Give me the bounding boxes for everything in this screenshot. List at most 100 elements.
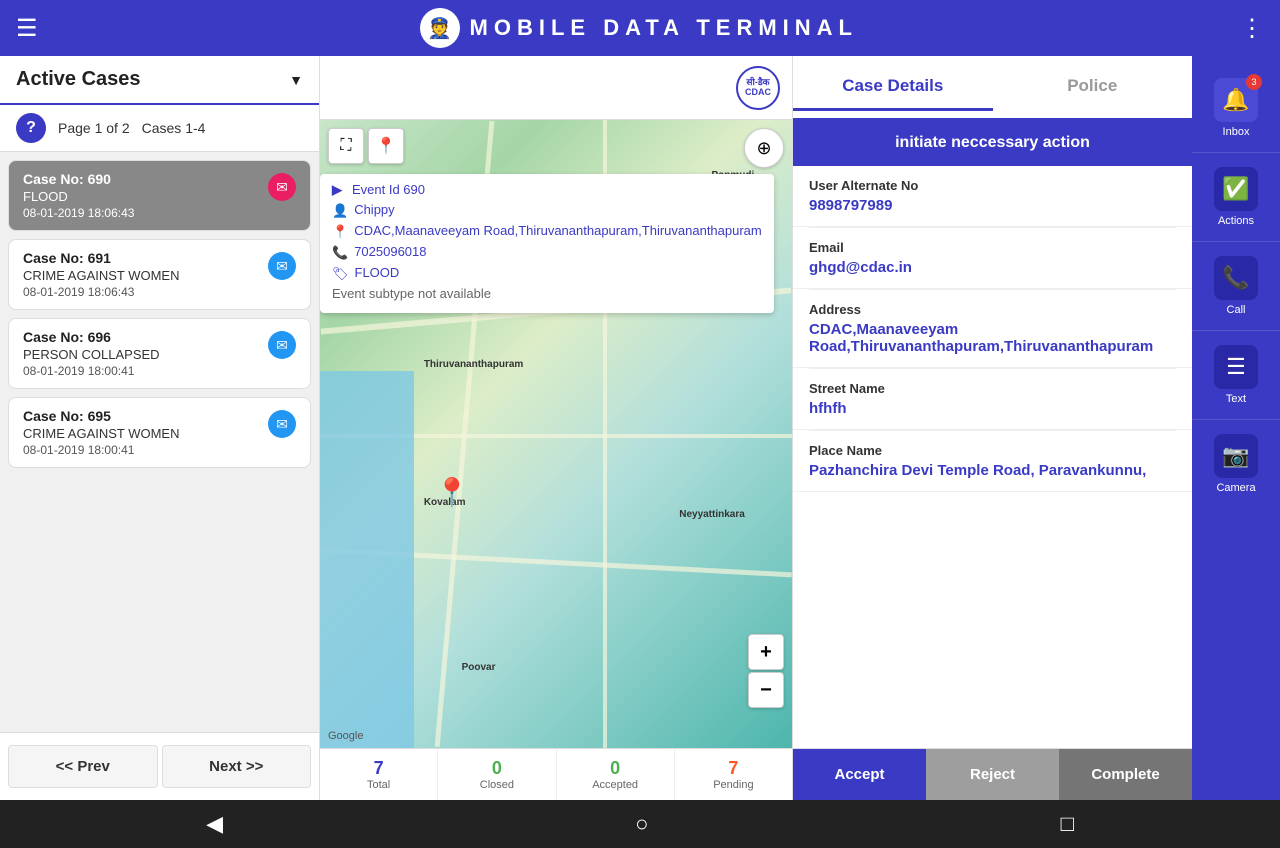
home-button[interactable]: ○: [611, 803, 672, 845]
map-label-neyyattinkara: Neyyattinkara: [679, 509, 745, 520]
event-phone-row: 📞 7025096018: [332, 244, 762, 261]
case-number: Case No: 695: [23, 408, 260, 424]
sidebar-item-camera[interactable]: 📷 Camera: [1192, 420, 1280, 508]
prev-page-button[interactable]: << Prev: [8, 745, 158, 788]
place-label: Place Name: [809, 443, 1176, 458]
location-icon: 📍: [332, 224, 348, 240]
street-value: hfhfh: [809, 400, 1176, 417]
stats-bar: 7 Total 0 Closed 0 Accepted 7 Pending: [320, 748, 792, 800]
sidebar-item-inbox[interactable]: 🔔 3 Inbox: [1192, 64, 1280, 153]
active-cases-title: Active Cases: [16, 68, 141, 91]
closed-stat: 0 Closed: [438, 749, 556, 800]
case-list-item[interactable]: Case No: 696 PERSON COLLAPSED 08-01-2019…: [8, 318, 311, 389]
help-button[interactable]: ?: [16, 113, 46, 143]
map-marker: 📍: [435, 476, 470, 509]
zoom-out-button[interactable]: −: [748, 672, 784, 708]
pagination: << Prev Next >>: [0, 732, 319, 800]
map-label-thiruvananthapuram: Thiruvananthapuram: [424, 359, 523, 370]
case-date: 08-01-2019 18:00:41: [23, 443, 260, 457]
pin-map-button[interactable]: 📍: [368, 128, 404, 164]
case-icon-blue: ✉: [268, 410, 296, 438]
reject-button[interactable]: Reject: [926, 749, 1059, 800]
active-cases-header[interactable]: Active Cases ▼: [0, 56, 319, 105]
total-count: 7: [374, 758, 384, 779]
case-info: Case No: 690 FLOOD 08-01-2019 18:06:43: [23, 171, 260, 220]
event-info-overlay: ▶ Event Id 690 👤 Chippy 📍 CDAC,Maanaveey…: [320, 174, 774, 313]
google-watermark: Google: [328, 730, 363, 742]
actions-check-icon: ✅: [1214, 167, 1258, 211]
page-info-bar: ? Page 1 of 2 Cases 1-4: [0, 105, 319, 152]
case-type: CRIME AGAINST WOMEN: [23, 268, 260, 283]
event-address-text: CDAC,Maanaveeyam Road,Thiruvananthapuram…: [354, 223, 762, 238]
event-id-text: Event Id 690: [352, 182, 425, 197]
address-value: CDAC,Maanaveeyam Road,Thiruvananthapuram…: [809, 321, 1176, 355]
email-label: Email: [809, 240, 1176, 255]
place-section: Place Name Pazhanchira Devi Temple Road,…: [793, 431, 1192, 492]
case-type: FLOOD: [23, 189, 260, 204]
sidebar-item-call[interactable]: 📞 Call: [1192, 242, 1280, 331]
case-tabs: Case Details Police: [793, 56, 1192, 120]
top-bar: ☰ 👮 MOBILE DATA TERMINAL ⋮: [0, 0, 1280, 56]
case-type: PERSON COLLAPSED: [23, 347, 260, 362]
menu-icon[interactable]: ☰: [16, 14, 38, 43]
case-date: 08-01-2019 18:00:41: [23, 364, 260, 378]
bottom-nav: ◀ ○ □: [0, 800, 1280, 848]
phone-call-icon: 📞: [1214, 256, 1258, 300]
next-page-button[interactable]: Next >>: [162, 745, 312, 788]
category-icon: 🏷: [332, 266, 349, 282]
tab-case-details[interactable]: Case Details: [793, 64, 993, 111]
event-subtype-text: Event subtype not available: [332, 286, 491, 301]
sidebar-item-text[interactable]: ☰ Text: [1192, 331, 1280, 420]
place-value: Pazhanchira Devi Temple Road, Paravankun…: [809, 462, 1176, 479]
main-layout: Active Cases ▼ ? Page 1 of 2 Cases 1-4 C…: [0, 56, 1280, 800]
case-list-item[interactable]: Case No: 691 CRIME AGAINST WOMEN 08-01-2…: [8, 239, 311, 310]
tab-police[interactable]: Police: [993, 64, 1193, 111]
case-number: Case No: 690: [23, 171, 260, 187]
case-list-item[interactable]: Case No: 695 CRIME AGAINST WOMEN 08-01-2…: [8, 397, 311, 468]
case-status-icon: ✉: [268, 410, 296, 438]
event-type-row: 🏷 FLOOD: [332, 265, 762, 282]
case-number: Case No: 691: [23, 250, 260, 266]
user-alt-no-value: 9898797989: [809, 197, 1176, 214]
case-info: Case No: 695 CRIME AGAINST WOMEN 08-01-2…: [23, 408, 260, 457]
case-list: Case No: 690 FLOOD 08-01-2019 18:06:43 ✉…: [0, 152, 319, 732]
text-icon: ☰: [1214, 345, 1258, 389]
cdac-strip: सी-डैकCDAC: [320, 56, 792, 120]
back-button[interactable]: ◀: [182, 803, 247, 845]
event-expand-icon[interactable]: ▶: [332, 182, 342, 198]
more-options-icon[interactable]: ⋮: [1240, 14, 1264, 43]
zoom-in-button[interactable]: +: [748, 634, 784, 670]
inbox-label: Inbox: [1223, 126, 1250, 138]
call-label: Call: [1227, 304, 1246, 316]
user-alt-no-label: User Alternate No: [809, 178, 1176, 193]
right-panel: Case Details Police initiate neccessary …: [792, 56, 1192, 800]
case-date: 08-01-2019 18:06:43: [23, 285, 260, 299]
street-section: Street Name hfhfh: [793, 369, 1192, 430]
bell-icon: 🔔 3: [1214, 78, 1258, 122]
map-area[interactable]: Ponmudi Thiruvananthapuram Wildlife Sanc…: [320, 120, 792, 748]
pending-stat: 7 Pending: [675, 749, 792, 800]
person-icon: 👤: [332, 203, 348, 219]
user-alt-no-section: User Alternate No 9898797989: [793, 166, 1192, 227]
event-name-row: 👤 Chippy: [332, 202, 762, 219]
event-address-row: 📍 CDAC,Maanaveeyam Road,Thiruvananthapur…: [332, 223, 762, 240]
dropdown-arrow-icon[interactable]: ▼: [289, 72, 303, 88]
far-right-sidebar: 🔔 3 Inbox ✅ Actions 📞 Call ☰ Text 📷 Came…: [1192, 56, 1280, 800]
case-number: Case No: 696: [23, 329, 260, 345]
accept-button[interactable]: Accept: [793, 749, 926, 800]
expand-map-button[interactable]: ⛶: [328, 128, 364, 164]
actions-label: Actions: [1218, 215, 1254, 227]
logo-icon: 👮: [420, 8, 460, 48]
total-stat: 7 Total: [320, 749, 438, 800]
locate-button[interactable]: ⊕: [744, 128, 784, 168]
case-type: CRIME AGAINST WOMEN: [23, 426, 260, 441]
cdac-emblem: सी-डैकCDAC: [736, 66, 780, 110]
page-number: Page 1 of 2: [58, 120, 130, 136]
inbox-badge: 3: [1246, 74, 1262, 90]
accepted-stat: 0 Accepted: [557, 749, 675, 800]
recent-apps-button[interactable]: □: [1037, 803, 1098, 845]
complete-button[interactable]: Complete: [1059, 749, 1192, 800]
sidebar-item-actions[interactable]: ✅ Actions: [1192, 153, 1280, 242]
case-list-item[interactable]: Case No: 690 FLOOD 08-01-2019 18:06:43 ✉: [8, 160, 311, 231]
cdac-logo: सी-डैकCDAC: [736, 66, 780, 110]
